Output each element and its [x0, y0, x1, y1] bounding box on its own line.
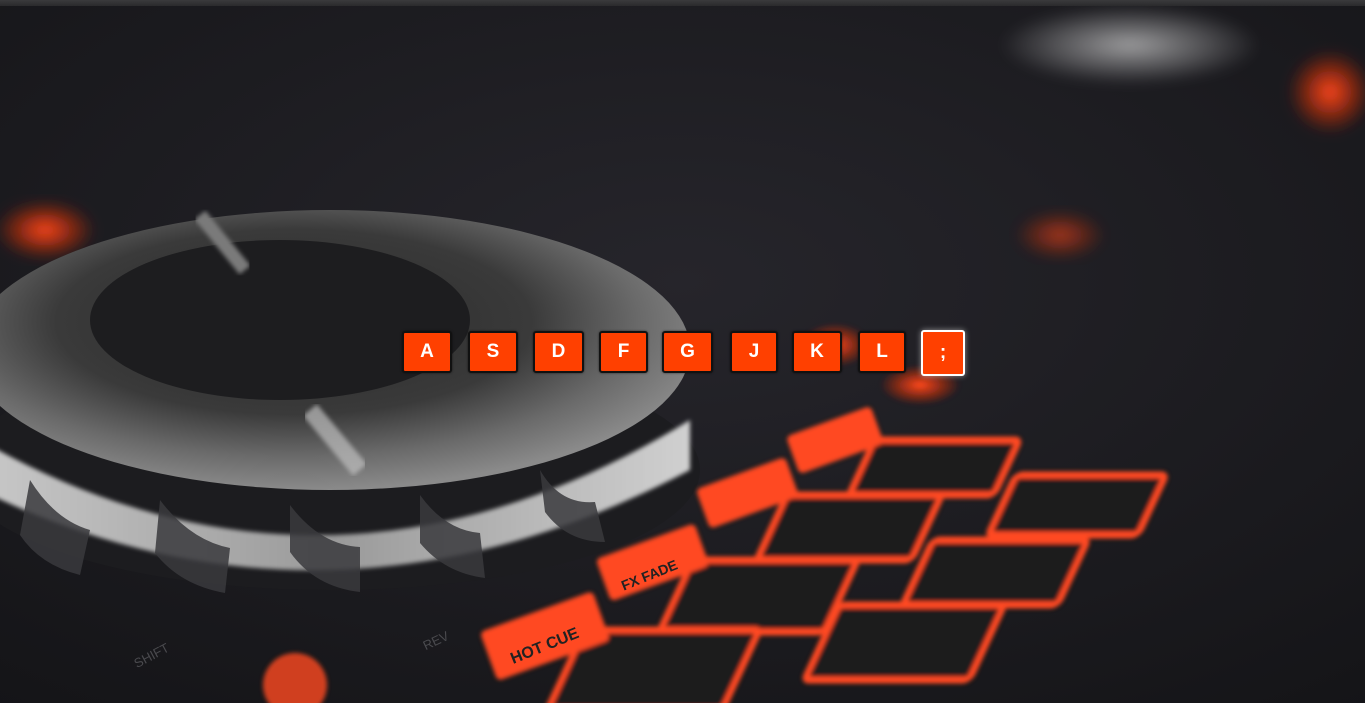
- drum-key-d[interactable]: D: [533, 331, 584, 373]
- drum-kit-page: HOT CUE FX FADE SHIFT REV A S D F G J K …: [0, 0, 1365, 703]
- drum-key-j[interactable]: J: [730, 331, 778, 373]
- drum-key-g[interactable]: G: [662, 331, 713, 373]
- drum-key-s[interactable]: S: [468, 331, 518, 373]
- window-top-bar: [0, 0, 1365, 6]
- drum-key-a[interactable]: A: [402, 331, 452, 373]
- drum-key-f[interactable]: F: [599, 331, 648, 373]
- drum-key-k[interactable]: K: [792, 331, 842, 373]
- drum-key-semicolon[interactable]: ;: [921, 330, 965, 376]
- drum-key-l[interactable]: L: [858, 331, 906, 373]
